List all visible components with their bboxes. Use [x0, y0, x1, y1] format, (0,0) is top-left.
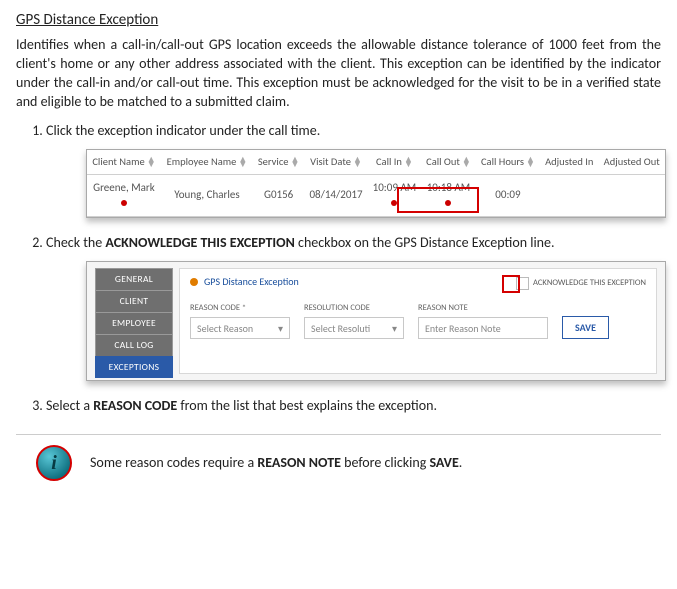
- exception-dot-icon[interactable]: [121, 200, 127, 206]
- col-adj-out: Adjusted Out: [598, 150, 665, 175]
- reason-note-label: REASON NOTE: [418, 303, 548, 314]
- tab-exceptions[interactable]: EXCEPTIONS: [95, 356, 173, 379]
- sort-icon[interactable]: [353, 157, 362, 168]
- col-adjin-label: Adjusted In: [545, 155, 593, 168]
- step-1: Click the exception indicator under the …: [46, 122, 661, 219]
- fields-row: REASON CODE * Select Reason ▾ RESOLUTION …: [190, 303, 646, 339]
- note-post: .: [459, 454, 463, 471]
- section-title: GPS Distance Exception: [16, 10, 661, 30]
- exception-indicator-icon: [190, 278, 198, 286]
- exception-panel-body: GPS Distance Exception ACKNOWLEDGE THIS …: [179, 268, 657, 374]
- tab-employee[interactable]: EMPLOYEE: [95, 312, 173, 335]
- cell-service: G0156: [253, 174, 304, 217]
- resolution-code-label: RESOLUTION CODE: [304, 303, 404, 314]
- col-employee-label: Employee Name: [167, 155, 237, 168]
- reason-note-placeholder: Enter Reason Note: [425, 322, 501, 336]
- reason-code-field: REASON CODE * Select Reason ▾: [190, 303, 290, 339]
- col-adjout-label: Adjusted Out: [604, 155, 660, 168]
- note-pre: Some reason codes require a: [90, 454, 257, 471]
- resolution-code-select[interactable]: Select Resoluti ▾: [304, 317, 404, 339]
- cell-client: Greene, Mark: [87, 174, 161, 217]
- sort-icon[interactable]: [147, 157, 156, 168]
- tab-client[interactable]: CLIENT: [95, 290, 173, 313]
- reason-code-select[interactable]: Select Reason ▾: [190, 317, 290, 339]
- col-adj-in: Adjusted In: [540, 150, 598, 175]
- col-callhours-label: Call Hours: [481, 155, 524, 168]
- col-visit-date[interactable]: Visit Date: [304, 150, 367, 175]
- tab-general[interactable]: GENERAL: [95, 268, 173, 291]
- screenshot-visit-table: Client Name Employee Name Service Visit …: [86, 149, 666, 219]
- col-employee[interactable]: Employee Name: [161, 150, 253, 175]
- resolution-code-placeholder: Select Resoluti: [311, 322, 370, 336]
- col-callin-label: Call In: [376, 155, 402, 168]
- info-note-text: Some reason codes require a REASON NOTE …: [90, 454, 462, 473]
- step-2-bold: ACKNOWLEDGE THIS EXCEPTION: [105, 234, 294, 251]
- red-highlight-box: [397, 187, 479, 213]
- reason-note-field: REASON NOTE Enter Reason Note: [418, 303, 548, 339]
- screenshot-exception-panel: GENERAL CLIENT EMPLOYEE CALL LOG EXCEPTI…: [86, 261, 666, 381]
- sort-icon[interactable]: [462, 157, 471, 168]
- col-client-label: Client Name: [92, 155, 144, 168]
- red-highlight-box: [502, 275, 520, 293]
- col-visit-label: Visit Date: [310, 155, 351, 168]
- col-call-in[interactable]: Call In: [368, 150, 421, 175]
- reason-code-placeholder: Select Reason: [197, 322, 253, 336]
- col-callout-label: Call Out: [426, 155, 460, 168]
- step-1-text: Click the exception indicator under the …: [46, 122, 320, 139]
- exception-name: GPS Distance Exception: [204, 275, 299, 289]
- step-3: Select a REASON CODE from the list that …: [46, 397, 661, 416]
- sort-icon[interactable]: [526, 157, 535, 168]
- cell-adj-out: [598, 174, 665, 217]
- table-row[interactable]: Greene, Mark Young, Charles G0156 08/14/…: [87, 174, 665, 217]
- info-note: i Some reason codes require a REASON NOT…: [36, 445, 661, 481]
- reason-note-input[interactable]: Enter Reason Note: [418, 317, 548, 339]
- chevron-down-icon: ▾: [392, 322, 397, 336]
- cell-employee: Young, Charles: [161, 174, 253, 217]
- cell-adj-in: [540, 174, 598, 217]
- col-service-label: Service: [258, 155, 289, 168]
- save-button[interactable]: SAVE: [562, 316, 609, 340]
- step-2-post: checkbox on the GPS Distance Exception l…: [295, 234, 555, 251]
- note-b1: REASON NOTE: [257, 454, 341, 471]
- intro-paragraph: Identifies when a call-in/call-out GPS l…: [16, 36, 661, 112]
- info-icon: i: [36, 445, 72, 481]
- separator: [16, 434, 661, 435]
- note-mid: before clicking: [341, 454, 430, 471]
- resolution-code-field: RESOLUTION CODE Select Resoluti ▾: [304, 303, 404, 339]
- step-2: Check the ACKNOWLEDGE THIS EXCEPTION che…: [46, 234, 661, 381]
- col-call-out[interactable]: Call Out: [421, 150, 476, 175]
- cell-client-text: Greene, Mark: [93, 181, 155, 194]
- acknowledge-label: ACKNOWLEDGE THIS EXCEPTION: [533, 278, 646, 289]
- cell-visit-date: 08/14/2017: [304, 174, 367, 217]
- step-3-post: from the list that best explains the exc…: [177, 397, 437, 414]
- tab-call-log[interactable]: CALL LOG: [95, 334, 173, 357]
- step-3-bold: REASON CODE: [93, 397, 177, 414]
- reason-code-label: REASON CODE *: [190, 303, 290, 314]
- sort-icon[interactable]: [238, 157, 247, 168]
- acknowledge-group: ACKNOWLEDGE THIS EXCEPTION: [516, 277, 646, 290]
- step-3-pre: Select a: [46, 397, 93, 414]
- step-2-pre: Check the: [46, 234, 105, 251]
- tab-column: GENERAL CLIENT EMPLOYEE CALL LOG EXCEPTI…: [95, 268, 173, 377]
- cell-call-hours: 00:09: [476, 174, 540, 217]
- col-service[interactable]: Service: [253, 150, 304, 175]
- sort-icon[interactable]: [404, 157, 413, 168]
- col-call-hours[interactable]: Call Hours: [476, 150, 540, 175]
- chevron-down-icon: ▾: [278, 322, 283, 336]
- note-b2: SAVE: [429, 454, 458, 471]
- sort-icon[interactable]: [290, 157, 299, 168]
- col-client[interactable]: Client Name: [87, 150, 161, 175]
